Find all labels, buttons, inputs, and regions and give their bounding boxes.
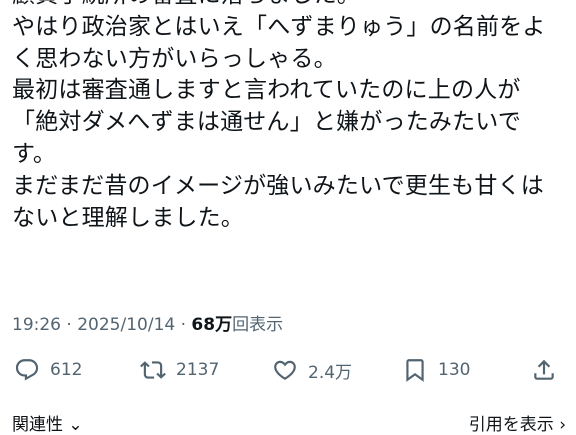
post-text-line: 最初は審査通しますと言われていたのに上の人が (12, 77, 521, 104)
reply-button[interactable]: 612 (14, 354, 82, 386)
post-footer: 関連性 ⌄ 引用を表示 › (12, 410, 566, 435)
related-sort-dropdown[interactable]: 関連性 ⌄ (12, 415, 83, 435)
meta-separator: · (66, 315, 72, 335)
share-button[interactable] (531, 354, 557, 386)
like-button[interactable]: 2.4万 (272, 354, 352, 386)
reply-icon (15, 359, 39, 381)
views-count: 68万 (191, 315, 233, 335)
post-text-line: やはり政治家とはいえ「へずまりゅう」の名前をよ (12, 13, 546, 40)
bookmark-button[interactable]: 130 (402, 354, 470, 386)
post-text-line: ないと理解しました。 (12, 204, 244, 231)
post-text-line: く思わない方がいらっしゃる。 (12, 45, 337, 72)
post-text-line: す。 (12, 140, 57, 167)
repost-icon (140, 361, 166, 379)
post-text-line: 「絶対ダメへずまは通せん」と嫌がったみたいで (12, 109, 522, 136)
post-date[interactable]: 2025/10/14 (77, 315, 175, 335)
like-count: 2.4万 (308, 362, 353, 383)
post-time[interactable]: 19:26 (12, 315, 61, 335)
bookmark-icon (406, 359, 424, 382)
reply-count: 612 (50, 360, 83, 380)
post-text: 顧資手続所の審査に落ちました。 やはり政治家とはいえ「へずまりゅう」の名前をよ … (12, 0, 568, 234)
repost-button[interactable]: 2137 (140, 354, 219, 386)
views-label: 回表示 (232, 315, 284, 335)
heart-icon (274, 360, 296, 380)
post-text-line: 顧資手続所の審査に落ちました。 (12, 0, 568, 12)
view-quotes-link[interactable]: 引用を表示 › (469, 410, 566, 435)
bookmark-count: 130 (438, 360, 471, 380)
post-text-line: まだまだ昔のイメージが強いみたいで更生も甘くは (12, 172, 544, 199)
action-bar: 612 2137 2.4万 130 (0, 354, 576, 386)
repost-count: 2137 (176, 360, 220, 380)
post-metadata: 19:26 · 2025/10/14 · 68万回表示 (12, 310, 283, 335)
share-icon (534, 359, 554, 380)
meta-separator: · (180, 315, 187, 335)
